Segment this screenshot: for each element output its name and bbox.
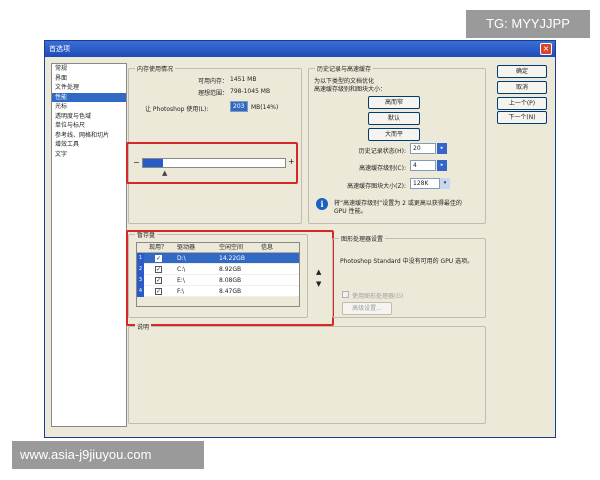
- close-button[interactable]: ×: [540, 43, 552, 55]
- description-title: 说明: [135, 322, 152, 331]
- tall-thin-button[interactable]: 高而窄: [368, 96, 420, 109]
- available-memory-label: 可用内存：: [197, 78, 228, 85]
- window-title: 首选项: [49, 45, 70, 53]
- gpu-description: Photoshop Standard 中没有可用的 GPU 选项。: [340, 258, 474, 265]
- let-photoshop-use-label: 让 Photoshop 使用(L):: [145, 106, 209, 113]
- watermark-top: TG: MYYJJPP: [466, 10, 590, 38]
- advanced-settings-button[interactable]: 高级设置...: [342, 302, 392, 315]
- info-icon: i: [316, 198, 328, 210]
- cache-levels-spin-icon[interactable]: ▸: [437, 160, 447, 171]
- available-memory-value: 1451 MB: [230, 76, 257, 83]
- slider-thumb-icon[interactable]: ▲: [162, 169, 167, 177]
- sidebar-item-performance[interactable]: 性能: [52, 92, 126, 102]
- slider-plus-icon: +: [288, 157, 295, 166]
- gpu-settings-title: 图形处理器设置: [339, 234, 386, 243]
- sidebar-item-file-handling[interactable]: 文件处理: [52, 83, 126, 93]
- default-button[interactable]: 默认: [368, 112, 420, 125]
- gpu-note-line2: GPU 性能。: [334, 208, 367, 215]
- big-flat-button[interactable]: 大而平: [368, 128, 420, 141]
- memory-slider-fill: [143, 159, 163, 167]
- ok-button[interactable]: 确定: [497, 65, 547, 78]
- cancel-button[interactable]: 取消: [497, 81, 547, 94]
- scratch-disks-highlight: [126, 230, 334, 326]
- description-group: 说明: [128, 322, 486, 424]
- cache-levels-input[interactable]: 4: [410, 160, 436, 171]
- history-states-label: 历史记录状态(H):: [358, 148, 406, 155]
- sidebar-item-type[interactable]: 文字: [52, 150, 126, 160]
- memory-slider[interactable]: [142, 158, 286, 168]
- ideal-range-label: 理想范围：: [197, 90, 228, 97]
- sidebar-item-plugins[interactable]: 增效工具: [52, 140, 126, 150]
- watermark-bottom: www.asia-j9jiuyou.com: [12, 441, 204, 469]
- use-gpu-checkbox[interactable]: [342, 291, 349, 298]
- optimize-desc-line2: 高速缓存级别和图块大小：: [314, 86, 387, 93]
- memory-use-input[interactable]: 203: [230, 101, 248, 112]
- memory-usage-title: 内存使用情况: [135, 64, 176, 73]
- history-states-spin-icon[interactable]: ▸: [437, 143, 447, 154]
- sidebar-item-interface[interactable]: 界面: [52, 74, 126, 84]
- close-icon: ×: [542, 44, 550, 53]
- tile-size-label: 高速缓存图块大小(Z):: [347, 183, 406, 190]
- sidebar-item-cursors[interactable]: 光标: [52, 102, 126, 112]
- slider-minus-icon: −: [133, 158, 140, 167]
- sidebar-item-general[interactable]: 常规: [52, 64, 126, 74]
- tile-size-dropdown-icon[interactable]: ▾: [440, 178, 450, 189]
- sidebar-item-units[interactable]: 单位与标尺: [52, 121, 126, 131]
- history-states-input[interactable]: 20: [410, 143, 436, 154]
- category-list: 常规 界面 文件处理 性能 光标 透明度与色域 单位与标尺 参考线、网格和切片 …: [51, 63, 127, 427]
- next-button[interactable]: 下一个(N): [497, 111, 547, 124]
- memory-use-unit: MB(14%): [251, 104, 279, 111]
- tile-size-select[interactable]: 128K: [410, 178, 440, 189]
- sidebar-item-transparency[interactable]: 透明度与色域: [52, 112, 126, 122]
- cache-levels-label: 高速缓存级别(C):: [359, 165, 406, 172]
- sidebar-item-guides[interactable]: 参考线、网格和切片: [52, 131, 126, 141]
- title-bar: 首选项 ×: [45, 41, 555, 57]
- prev-button[interactable]: 上一个(P): [497, 97, 547, 110]
- history-cache-title: 历史记录与高速缓存: [315, 64, 374, 73]
- ideal-range-value: 798-1045 MB: [230, 88, 271, 95]
- use-gpu-label: 使用图形处理器(G): [352, 293, 404, 300]
